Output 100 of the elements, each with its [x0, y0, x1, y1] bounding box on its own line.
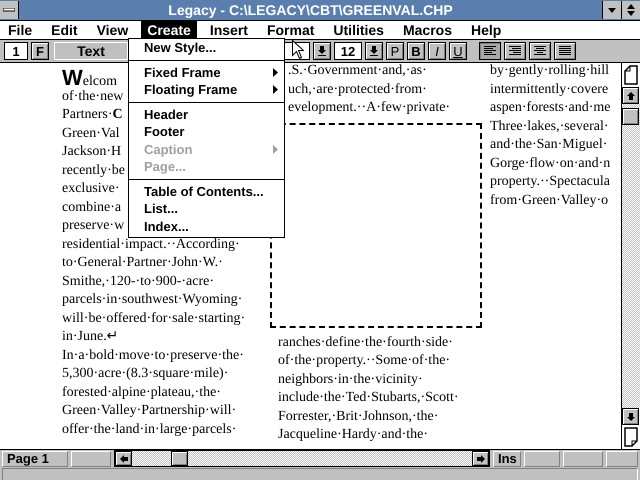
menu-item[interactable]: Format: [260, 21, 320, 39]
text-line: uch,·are·protected·from·: [288, 80, 427, 98]
window-title: Legacy - C:\LEGACY\CBT\GREENVAL.CHP: [167, 2, 454, 18]
text-line: preserve·w: [62, 217, 124, 235]
font-dropdown-button[interactable]: [313, 42, 331, 60]
text-line: of·the·property.··Some·of·the·: [278, 352, 450, 370]
text-line: parcels·in·southwest·Wyoming·: [62, 291, 242, 309]
font-size-field[interactable]: 12: [334, 42, 362, 60]
text-line: .S.·Government·and,·as·: [288, 63, 427, 80]
up-arrow-icon: [626, 92, 634, 100]
status-field: [563, 450, 603, 466]
menu-option[interactable]: List...: [129, 200, 284, 218]
menu-option[interactable]: Footer: [129, 123, 284, 140]
menu-item[interactable]: View: [90, 21, 134, 39]
text-line: aspen·forests·and·me: [490, 99, 611, 117]
bar-icon: [3, 8, 15, 12]
menu-item[interactable]: Edit: [45, 21, 84, 39]
text-line: to·General·Partner·John·W.·: [62, 254, 223, 272]
menu-option[interactable]: Index...: [129, 218, 284, 235]
text-line: Three·lakes,·several·: [490, 118, 609, 136]
text-line: in·June.↵: [62, 328, 119, 346]
frame-button[interactable]: F: [31, 42, 49, 60]
insert-mode-indicator: Ins: [493, 450, 521, 466]
minimize-button[interactable]: [602, 1, 621, 19]
menu-item[interactable]: Create: [141, 21, 197, 39]
format-button[interactable]: I: [428, 42, 446, 60]
up-down-triangle-icon: [627, 4, 635, 16]
text-line: of·the·new: [62, 88, 124, 106]
text-line: Smithe,·120-·to·900-·acre·: [62, 272, 214, 290]
page-up-icon[interactable]: [622, 63, 640, 87]
system-menu-button[interactable]: [0, 1, 19, 19]
scroll-left-button[interactable]: [115, 451, 132, 466]
text-line: Green·Val: [62, 124, 120, 142]
size-dropdown-button[interactable]: [365, 42, 383, 60]
menu-item[interactable]: Macros: [396, 21, 458, 39]
horizontal-scrollbar[interactable]: [114, 450, 490, 467]
text-line: In·a·bold·move·to·preserve·the·: [62, 346, 244, 364]
menu-item[interactable]: Utilities: [327, 21, 390, 39]
text-line: Forrester,·Brit·Johnson,·the·: [278, 408, 438, 426]
align-right-icon: [508, 45, 522, 57]
text-line: recently·be: [62, 162, 125, 180]
text-line: residential·impact.··According·: [62, 236, 240, 254]
text-line: from·Green·Valley·o: [490, 192, 608, 210]
text-line: Welcom: [62, 69, 117, 88]
text-line: Green·Valley·Partnership·will·: [62, 402, 236, 420]
format-button[interactable]: U: [449, 42, 467, 60]
text-line: 5,300·acre·(8.3·square·mile)·: [62, 365, 228, 383]
restore-button[interactable]: [621, 1, 640, 19]
menu-item[interactable]: Insert: [204, 21, 254, 39]
text-line: by·gently·rolling·hill: [490, 63, 609, 80]
text-line: will·be·offered·for·sale·starting·: [62, 310, 246, 328]
page-indicator: Page 1: [2, 450, 68, 466]
menu-option[interactable]: Header: [129, 106, 284, 123]
status-field: [71, 450, 111, 466]
scroll-down-button[interactable]: [622, 408, 639, 425]
align-button[interactable]: [554, 42, 576, 60]
align-center-icon: [533, 45, 547, 57]
left-arrow-icon: [120, 454, 128, 462]
menu-option[interactable]: Table of Contents...: [129, 182, 284, 200]
style-field[interactable]: Text: [54, 42, 128, 60]
text-line: neighbors·in·the·vicinity·: [278, 370, 423, 388]
format-button[interactable]: B: [407, 42, 425, 60]
submenu-arrow-icon: [273, 144, 278, 154]
menu-item[interactable]: File: [2, 21, 38, 39]
text-line: offer·the·land·in·large·parcels·: [62, 420, 236, 438]
text-line: include·the·Ted·Stubarts,·Scott·: [278, 389, 459, 407]
scroll-thumb[interactable]: [622, 108, 639, 125]
text-line: property.··Spectacula: [490, 173, 610, 191]
align-justify-icon: [558, 45, 572, 57]
text-line: ranches·define·the·fourth·side·: [278, 334, 453, 352]
scroll-up-button[interactable]: [622, 87, 639, 104]
text-line: forested·alpine·plateau,·the·: [62, 384, 221, 402]
align-button[interactable]: [479, 42, 501, 60]
scroll-thumb[interactable]: [171, 451, 188, 466]
text-line: evelopment.··A·few·private·: [288, 99, 450, 117]
status-field: [606, 450, 638, 466]
text-line: Gorge·flow·on·and·n: [490, 154, 610, 172]
menu-item[interactable]: Help: [465, 21, 508, 39]
align-button[interactable]: [504, 42, 526, 60]
down-arrow-icon: [626, 412, 634, 420]
text-line: Jackson·H: [62, 143, 122, 161]
text-line: and·the·San·Miguel·: [490, 136, 608, 154]
right-arrow-icon: [476, 454, 484, 462]
scroll-right-button[interactable]: [472, 451, 489, 466]
down-triangle-icon: [608, 8, 616, 12]
text-line: exclusive·: [62, 180, 120, 198]
menu-option[interactable]: New Style...: [129, 39, 284, 56]
text-line: intermittently·covere: [490, 80, 608, 98]
menu-option[interactable]: Fixed Frame: [129, 64, 284, 81]
text-line: Partners·C: [62, 106, 123, 124]
page-number-field[interactable]: 1: [4, 42, 28, 60]
down-arrow-icon: [318, 46, 326, 56]
text-line: combine·a: [62, 198, 122, 216]
format-button[interactable]: P: [386, 42, 404, 60]
menu-option[interactable]: Floating Frame: [129, 81, 284, 98]
status-field: [524, 450, 560, 466]
page-down-icon[interactable]: [622, 425, 640, 449]
align-button[interactable]: [529, 42, 551, 60]
align-left-icon: [483, 45, 497, 57]
down-arrow-icon: [370, 46, 378, 56]
